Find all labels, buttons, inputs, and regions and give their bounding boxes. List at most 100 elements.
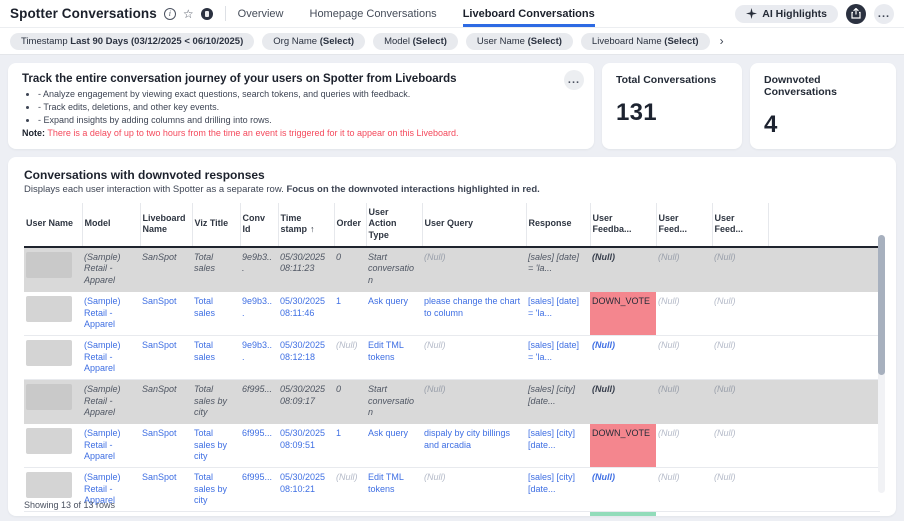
table-row: (Sample) Retail - ApparelSanSpotTotal sa… [24,468,880,512]
filters-overflow-chevron-icon[interactable]: › [718,34,726,48]
cell-viz-title[interactable]: Total sales by city [192,468,240,512]
cell-conv-id[interactable]: 6f995... [240,512,278,516]
cell-response[interactable]: [sales] [date] = 'la... [526,335,590,379]
column-header-user-query[interactable]: User Query [422,203,526,247]
cell-time-stamp[interactable]: 05/30/2025 08:12:18 [278,335,334,379]
column-header-model[interactable]: Model [82,203,140,247]
cell-response[interactable]: [sales] [date] = 'la... [526,291,590,335]
cell-viz-title[interactable]: Total sales [192,291,240,335]
sparkle-icon [746,8,757,19]
cell-user-feed: (Null) [656,335,712,379]
more-button[interactable]: ... [874,4,894,24]
cell-response: [sales] [city] [date... [526,379,590,423]
tab-homepage-conversations[interactable]: Homepage Conversations [310,0,437,27]
sort-ascending-icon[interactable]: ↑ [310,224,315,234]
cell-model[interactable]: (Sample) Retail - Apparel [82,424,140,468]
cell-user-feedba[interactable]: DOWN_VOTE [590,424,656,468]
column-header-response[interactable]: Response [526,203,590,247]
cell-user-feed: (Null) [656,291,712,335]
cell-user-feedba[interactable]: DOWN_VOTE [590,291,656,335]
cell-order[interactable]: 1 [334,424,366,468]
cell-response[interactable]: [sales] [city] [date... [526,468,590,512]
tab-liveboard-conversations[interactable]: Liveboard Conversations [463,0,595,27]
cell-user-query: (Null) [422,335,526,379]
badge-icon[interactable] [201,8,213,20]
cell-order[interactable]: 2 [334,512,366,516]
column-header-user-feed[interactable]: User Feed... [656,203,712,247]
cell-user-feedba[interactable]: (Null) [590,468,656,512]
column-header-conv-id[interactable]: Conv Id [240,203,278,247]
cell-user-action-type[interactable]: Ask query [366,291,422,335]
cell-conv-id[interactable]: 9e9b3... [240,291,278,335]
cell-user-query[interactable]: dispaly by city billings and arcadia [422,424,526,468]
cell-user-action-type[interactable]: Ask query [366,512,422,516]
cell-user-feedba[interactable]: UP_VOTE [590,512,656,516]
cell-user-query[interactable]: please change the chart to column [422,291,526,335]
cell-model[interactable]: (Sample) Retail - Apparel [82,291,140,335]
cell-liveboard-name[interactable]: SanSpot [140,335,192,379]
cell-viz-title[interactable]: Total sales by city [192,424,240,468]
cell-model[interactable]: (Sample) Retail - Apparel [82,335,140,379]
filter-value: (Select) [413,36,447,47]
table-scrollbar-thumb[interactable] [878,235,885,375]
conversations-table: User NameModelLiveboard NameViz TitleCon… [24,203,880,516]
cell-viz-title[interactable]: Total sales by city [192,512,240,516]
share-icon [851,8,861,19]
share-button[interactable] [846,4,866,24]
column-header-time-stamp[interactable]: Time stamp↑ [278,203,334,247]
cell-user-query[interactable]: can you change the chart tyoe to pie [422,512,526,516]
cell-conv-id: 6f995... [240,379,278,423]
filter-label: Liveboard Name [592,36,662,47]
cell-filler [768,291,880,335]
filter-chip-model[interactable]: Model (Select) [373,33,458,50]
star-icon[interactable]: ☆ [183,8,194,20]
top-bar: Spotter Conversations i ☆ OverviewHomepa… [0,0,904,28]
column-header-user-name[interactable]: User Name [24,203,82,247]
cell-viz-title[interactable]: Total sales [192,335,240,379]
column-header-viz-title[interactable]: Viz Title [192,203,240,247]
row-count-status: Showing 13 of 13 rows [24,500,115,510]
cell-time-stamp[interactable]: 05/30/2025 08:10:54 [278,512,334,516]
kpi-downvoted-conversations: Downvoted Conversations 4 [750,63,896,149]
cell-time-stamp: 05/30/2025 08:11:23 [278,247,334,292]
info-icon[interactable]: i [164,8,176,20]
cell-liveboard-name[interactable]: SanSpot [140,291,192,335]
cell-order[interactable]: 1 [334,291,366,335]
column-header-user-feed[interactable]: User Feed... [712,203,768,247]
cell-filler [768,512,880,516]
cell-time-stamp[interactable]: 05/30/2025 08:09:51 [278,424,334,468]
cell-liveboard-name[interactable]: SanSpot [140,512,192,516]
redacted-user-name [26,340,72,366]
filter-value: (Select) [528,36,562,47]
cell-filler [768,379,880,423]
filter-chip-timestamp[interactable]: Timestamp Last 90 Days (03/12/2025 < 06/… [10,33,254,50]
column-header-user-action-type[interactable]: User Action Type [366,203,422,247]
cell-model[interactable]: (Sample) Retail - Apparel [82,512,140,516]
cell-user-action-type[interactable]: Edit TML tokens [366,335,422,379]
cell-filler [768,247,880,292]
column-header-liveboard-name[interactable]: Liveboard Name [140,203,192,247]
column-header-order[interactable]: Order [334,203,366,247]
cell-liveboard-name[interactable]: SanSpot [140,468,192,512]
cell-user-action-type[interactable]: Ask query [366,424,422,468]
cell-user-feedba[interactable]: (Null) [590,335,656,379]
filter-chip-org-name[interactable]: Org Name (Select) [262,33,365,50]
kpi-label: Total Conversations [616,74,728,86]
cell-response[interactable]: [sales] [city] [date... [526,424,590,468]
info-card-more-button[interactable]: ... [564,70,584,90]
cell-conv-id[interactable]: 6f995... [240,468,278,512]
filter-chip-user-name[interactable]: User Name (Select) [466,33,573,50]
cell-conv-id[interactable]: 6f995... [240,424,278,468]
cell-time-stamp[interactable]: 05/30/2025 08:10:21 [278,468,334,512]
tab-overview[interactable]: Overview [238,0,284,27]
cell-liveboard-name[interactable]: SanSpot [140,424,192,468]
cell-response[interactable]: [sales] [city] [date... [526,512,590,516]
cell-user-feed: (Null) [712,291,768,335]
cell-time-stamp[interactable]: 05/30/2025 08:11:46 [278,291,334,335]
cell-conv-id[interactable]: 9e9b3... [240,335,278,379]
filter-chip-liveboard-name[interactable]: Liveboard Name (Select) [581,33,710,50]
column-header-user-feedba[interactable]: User Feedba... [590,203,656,247]
conversations-table-card: Conversations with downvoted responses D… [8,157,896,516]
cell-user-action-type[interactable]: Edit TML tokens [366,468,422,512]
ai-highlights-button[interactable]: AI Highlights [735,5,838,23]
